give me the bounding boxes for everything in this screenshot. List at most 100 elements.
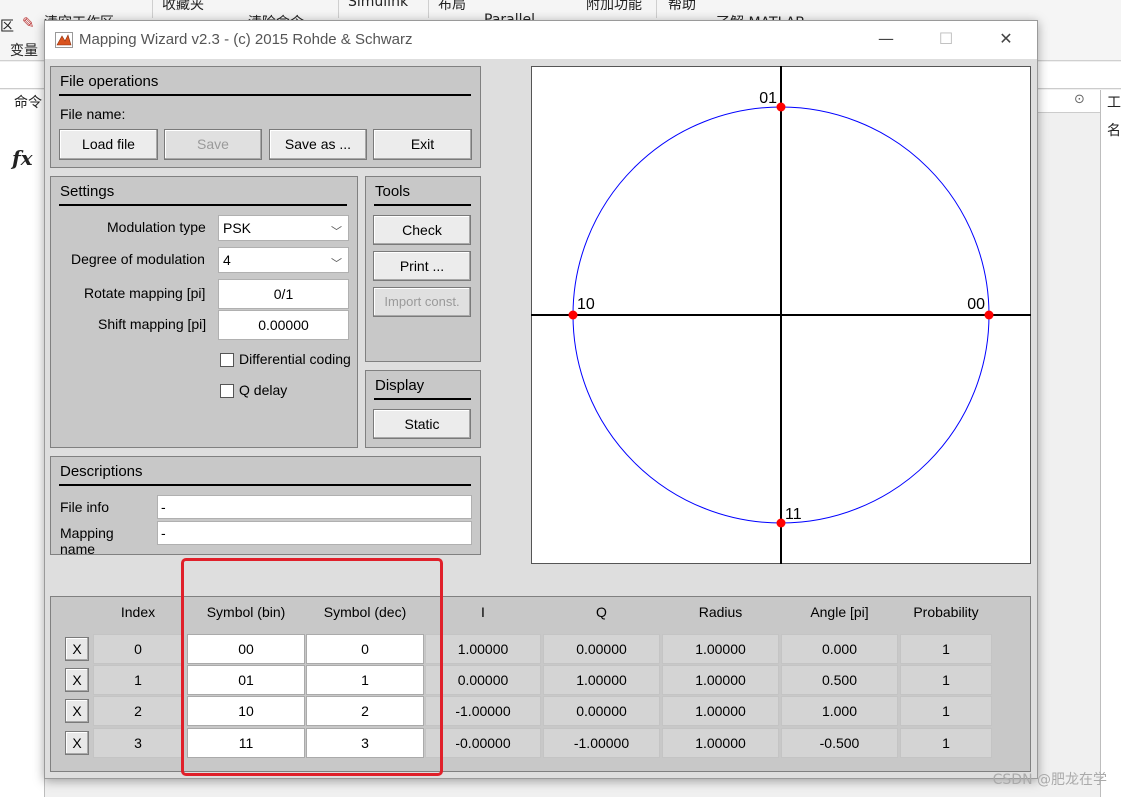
panel-title: Tools xyxy=(375,183,411,200)
settings-panel: Settings Modulation type PSK ﹀ Degree of… xyxy=(50,176,358,448)
column-header: Index xyxy=(120,604,156,620)
column-header: Symbol (dec) xyxy=(323,604,407,620)
eraser-icon[interactable]: ✎ xyxy=(22,14,35,32)
symbol-dec-input[interactable]: 1 xyxy=(306,665,424,695)
file-info-label: File info xyxy=(60,499,110,515)
workspace-tab[interactable]: 工 xyxy=(1107,92,1121,112)
i-cell: -1.00000 xyxy=(425,696,541,726)
symbol-bin-input[interactable]: 00 xyxy=(187,634,305,664)
delete-row-button[interactable]: X xyxy=(65,637,89,661)
angle-cell: -0.500 xyxy=(781,728,898,758)
index-cell: 3 xyxy=(93,728,183,758)
column-header: Q xyxy=(596,604,607,620)
workspace-name-column: 名 xyxy=(1107,123,1121,139)
fx-icon[interactable]: fx xyxy=(12,146,33,170)
static-display-button[interactable]: Static xyxy=(373,409,471,439)
matlab-icon xyxy=(55,32,73,48)
divider xyxy=(152,0,153,18)
degree-of-modulation-value: 4 xyxy=(223,252,231,268)
rotate-mapping-input[interactable]: 0/1 xyxy=(218,279,349,309)
descriptions-panel: Descriptions File info - Mapping name - xyxy=(50,456,481,555)
panel-title: Display xyxy=(375,377,425,394)
window-title: Mapping Wizard v2.3 - (c) 2015 Rohde & S… xyxy=(79,31,413,48)
divider xyxy=(338,0,339,18)
probability-cell: 1 xyxy=(900,634,992,664)
probability-cell: 1 xyxy=(900,665,992,695)
constellation-point xyxy=(776,102,786,112)
constellation-point-label: 11 xyxy=(785,506,802,523)
command-window-tab[interactable]: 命令 xyxy=(14,92,42,112)
layout-button[interactable]: 布局 xyxy=(438,0,466,14)
degree-of-modulation-select[interactable]: 4 ﹀ xyxy=(218,247,349,273)
column-header: Probability xyxy=(913,604,979,620)
chevron-down-icon: ﹀ xyxy=(331,258,342,270)
simulink-button[interactable]: Simulink xyxy=(348,0,408,10)
delete-row-button[interactable]: X xyxy=(65,668,89,692)
panel-title: Descriptions xyxy=(60,463,143,480)
symbol-dec-input[interactable]: 3 xyxy=(306,728,424,758)
modulation-type-label: Modulation type xyxy=(107,219,206,235)
differential-coding-checkbox[interactable] xyxy=(220,353,234,367)
delete-row-button[interactable]: X xyxy=(65,731,89,755)
q-cell: 0.00000 xyxy=(543,696,660,726)
file-info-input[interactable]: - xyxy=(157,495,472,519)
print-button[interactable]: Print ... xyxy=(373,251,471,281)
title-bar[interactable]: Mapping Wizard v2.3 - (c) 2015 Rohde & S… xyxy=(45,21,1037,59)
q-delay-checkbox[interactable] xyxy=(220,384,234,398)
save-button[interactable]: Save xyxy=(164,129,262,160)
add-ons-button[interactable]: 附加功能 xyxy=(586,0,642,14)
constellation-point xyxy=(984,310,994,320)
chevron-down-icon[interactable]: ⊙ xyxy=(1074,92,1085,107)
mapping-wizard-window: Mapping Wizard v2.3 - (c) 2015 Rohde & S… xyxy=(44,20,1038,779)
divider xyxy=(59,94,471,96)
divider xyxy=(374,398,471,400)
q-cell: -1.00000 xyxy=(543,728,660,758)
display-panel: Display Static xyxy=(365,370,481,448)
symbol-bin-input[interactable]: 01 xyxy=(187,665,305,695)
modulation-type-select[interactable]: PSK ﹀ xyxy=(218,215,349,241)
modulation-type-value: PSK xyxy=(223,220,252,236)
radius-cell: 1.00000 xyxy=(662,728,779,758)
mapping-name-input[interactable]: - xyxy=(157,521,472,545)
constellation-point-label: 01 xyxy=(759,90,777,107)
symbol-dec-input[interactable]: 0 xyxy=(306,634,424,664)
save-as-button[interactable]: Save as ... xyxy=(269,129,367,160)
import-constellation-button[interactable]: Import const. xyxy=(373,287,471,317)
minimize-button[interactable]: — xyxy=(863,21,909,59)
close-button[interactable]: ✕ xyxy=(983,21,1029,59)
maximize-button[interactable]: ☐ xyxy=(923,21,969,59)
clear-commands-button[interactable]: 清除命令 xyxy=(248,12,304,20)
probability-cell: 1 xyxy=(900,696,992,726)
constellation-point-label: 00 xyxy=(967,296,985,313)
command-window: 命令 fx xyxy=(0,90,45,797)
exit-button[interactable]: Exit xyxy=(373,129,472,160)
symbol-bin-input[interactable]: 10 xyxy=(187,696,305,726)
learn-matlab-button[interactable]: 了解 MATLAB xyxy=(716,12,805,20)
q-cell: 0.00000 xyxy=(543,634,660,664)
load-file-button[interactable]: Load file xyxy=(59,129,158,160)
divider xyxy=(428,0,429,18)
parallel-button[interactable]: Parallel xyxy=(484,12,535,20)
i-cell: 0.00000 xyxy=(425,665,541,695)
symbol-dec-input[interactable]: 2 xyxy=(306,696,424,726)
help-button[interactable]: 帮助 xyxy=(668,0,696,14)
shift-mapping-input[interactable]: 0.00000 xyxy=(218,310,349,340)
window-content: File operations File name: Load file Sav… xyxy=(45,59,1037,778)
radius-cell: 1.00000 xyxy=(662,665,779,695)
variable-section-label: 变量 xyxy=(10,43,38,59)
index-cell: 2 xyxy=(93,696,183,726)
radius-cell: 1.00000 xyxy=(662,696,779,726)
mapping-name-label-clip: Mapping name xyxy=(60,525,152,554)
symbol-bin-input[interactable]: 11 xyxy=(187,728,305,758)
favorites-button[interactable]: 收藏夹 xyxy=(162,0,204,14)
check-button[interactable]: Check xyxy=(373,215,471,245)
file-name-label: File name: xyxy=(60,106,126,122)
watermark: CSDN @肥龙在学 xyxy=(992,772,1107,788)
delete-row-button[interactable]: X xyxy=(65,699,89,723)
column-header: I xyxy=(481,604,485,620)
index-cell: 1 xyxy=(93,665,183,695)
tools-panel: Tools Check Print ... Import const. xyxy=(365,176,481,362)
constellation-plot: 00 01 10 11 xyxy=(531,66,1031,564)
column-header: Angle [pi] xyxy=(810,604,869,620)
angle-cell: 0.500 xyxy=(781,665,898,695)
